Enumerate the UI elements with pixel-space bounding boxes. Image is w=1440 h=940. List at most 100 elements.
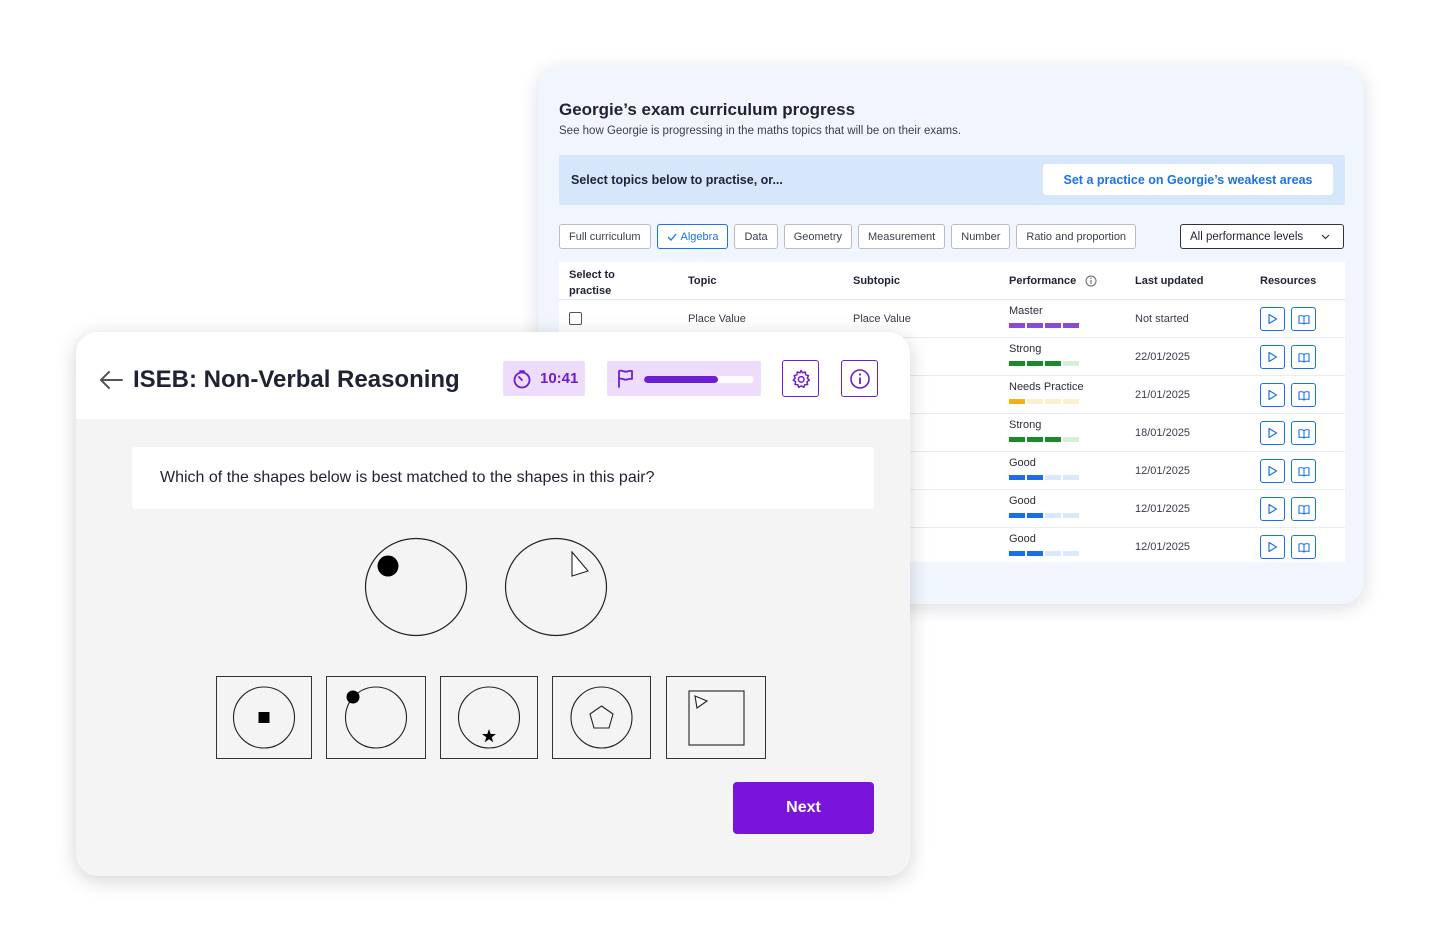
performance-bars bbox=[1009, 513, 1079, 518]
option-a-figure bbox=[232, 686, 296, 749]
performance-bar-segment bbox=[1027, 437, 1043, 442]
open-book-button[interactable] bbox=[1291, 535, 1316, 559]
performance-bar-segment bbox=[1045, 551, 1061, 556]
open-book-button[interactable] bbox=[1291, 307, 1316, 331]
book-icon bbox=[1297, 504, 1310, 515]
open-book-button[interactable] bbox=[1291, 459, 1316, 483]
performance-bar-segment bbox=[1045, 361, 1061, 366]
question-text: Which of the shapes below is best matche… bbox=[160, 469, 655, 486]
play-video-button[interactable] bbox=[1260, 459, 1285, 483]
settings-button[interactable] bbox=[782, 360, 819, 397]
col-performance: Performance bbox=[1009, 275, 1077, 287]
filter-algebra[interactable]: Algebra bbox=[656, 224, 729, 249]
play-icon bbox=[1268, 351, 1278, 363]
open-book-button[interactable] bbox=[1291, 497, 1316, 521]
question-box: Which of the shapes below is best matche… bbox=[132, 447, 874, 509]
play-video-button[interactable] bbox=[1260, 307, 1285, 331]
performance-bars bbox=[1009, 361, 1079, 366]
performance-bars bbox=[1009, 437, 1079, 442]
quiz-header: ISEB: Non-Verbal Reasoning 10:41 bbox=[76, 332, 910, 419]
performance-level-select[interactable]: All performance levels bbox=[1180, 224, 1344, 249]
quiz-panel: ISEB: Non-Verbal Reasoning 10:41 Which o… bbox=[76, 332, 910, 876]
book-icon bbox=[1297, 314, 1310, 325]
answer-option-c[interactable] bbox=[440, 676, 538, 759]
play-icon bbox=[1268, 541, 1278, 553]
performance-bars bbox=[1009, 475, 1079, 480]
play-icon bbox=[1268, 313, 1278, 325]
col-resources: Resources bbox=[1260, 275, 1317, 287]
performance-bar-segment bbox=[1009, 513, 1025, 518]
filter-ratio[interactable]: Ratio and proportion bbox=[1016, 224, 1137, 249]
row-checkbox[interactable] bbox=[569, 312, 582, 325]
option-b-figure bbox=[344, 686, 408, 749]
play-video-button[interactable] bbox=[1260, 421, 1285, 445]
col-subtopic: Subtopic bbox=[853, 275, 901, 287]
info-icon[interactable] bbox=[1085, 275, 1097, 287]
row-last-updated: 12/01/2025 bbox=[1135, 541, 1191, 553]
performance-bar-segment bbox=[1027, 513, 1043, 518]
performance-bar-segment bbox=[1009, 475, 1025, 480]
open-book-button[interactable] bbox=[1291, 383, 1316, 407]
pair-shape-circle-triangle bbox=[504, 537, 608, 637]
info-button[interactable] bbox=[841, 360, 878, 397]
filter-algebra-label: Algebra bbox=[680, 230, 719, 243]
filter-full-curriculum[interactable]: Full curriculum bbox=[559, 224, 651, 249]
book-icon bbox=[1297, 390, 1310, 401]
answer-option-d[interactable] bbox=[552, 676, 651, 759]
filter-number[interactable]: Number bbox=[951, 224, 1011, 249]
filter-measurement[interactable]: Measurement bbox=[857, 224, 946, 249]
row-last-updated: 21/01/2025 bbox=[1135, 389, 1191, 401]
topic-filter-chips: Full curriculum Algebra Data Geometry Me… bbox=[559, 224, 1137, 249]
open-book-button[interactable] bbox=[1291, 421, 1316, 445]
play-video-button[interactable] bbox=[1260, 383, 1285, 407]
play-video-button[interactable] bbox=[1260, 497, 1285, 521]
performance-bar-segment bbox=[1063, 361, 1079, 366]
flag-icon[interactable] bbox=[616, 369, 635, 388]
play-video-button[interactable] bbox=[1260, 345, 1285, 369]
option-e-figure bbox=[688, 690, 745, 746]
filter-data[interactable]: Data bbox=[734, 224, 778, 249]
progress-title: Georgie’s exam curriculum progress bbox=[559, 100, 856, 119]
play-icon bbox=[1268, 503, 1278, 515]
row-last-updated: Not started bbox=[1135, 313, 1189, 325]
banner-text: Select topics below to practise, or... bbox=[571, 173, 783, 187]
quiz-title: ISEB: Non-Verbal Reasoning bbox=[133, 366, 460, 393]
play-video-button[interactable] bbox=[1260, 535, 1285, 559]
progress-fill bbox=[644, 376, 718, 383]
play-icon bbox=[1268, 389, 1278, 401]
answer-option-b[interactable] bbox=[326, 676, 426, 759]
performance-bar-segment bbox=[1009, 323, 1025, 328]
answer-option-e[interactable] bbox=[666, 676, 766, 759]
timer: 10:41 bbox=[503, 361, 585, 396]
weakest-areas-button[interactable]: Set a practice on Georgie’s weakest area… bbox=[1043, 164, 1333, 195]
row-topic: Place Value bbox=[688, 313, 746, 325]
row-performance: Master bbox=[1009, 305, 1043, 317]
performance-bar-segment bbox=[1027, 323, 1043, 328]
performance-bars bbox=[1009, 399, 1079, 404]
book-icon bbox=[1297, 428, 1310, 439]
performance-bar-segment bbox=[1045, 323, 1061, 328]
stopwatch-icon bbox=[513, 369, 531, 388]
performance-select-value: All performance levels bbox=[1190, 230, 1304, 243]
performance-bar-segment bbox=[1045, 475, 1061, 480]
performance-bar-segment bbox=[1045, 399, 1061, 404]
next-button[interactable]: Next bbox=[733, 782, 874, 834]
answer-option-a[interactable] bbox=[216, 676, 312, 759]
col-last-updated: Last updated bbox=[1135, 275, 1204, 287]
back-arrow-icon[interactable] bbox=[98, 370, 124, 390]
row-last-updated: 12/01/2025 bbox=[1135, 465, 1191, 477]
open-book-button[interactable] bbox=[1291, 345, 1316, 369]
book-icon bbox=[1297, 466, 1310, 477]
filter-geometry[interactable]: Geometry bbox=[783, 224, 852, 249]
info-icon bbox=[849, 368, 870, 389]
performance-bar-segment bbox=[1063, 513, 1079, 518]
pair-shape-circle-dot bbox=[364, 537, 468, 637]
row-performance: Needs Practice bbox=[1009, 381, 1084, 393]
performance-bar-segment bbox=[1063, 475, 1079, 480]
chevron-down-icon bbox=[1321, 234, 1330, 240]
performance-bar-segment bbox=[1027, 399, 1043, 404]
progress-track bbox=[644, 376, 754, 383]
row-last-updated: 22/01/2025 bbox=[1135, 351, 1191, 363]
play-icon bbox=[1268, 465, 1278, 477]
performance-bar-segment bbox=[1027, 361, 1043, 366]
